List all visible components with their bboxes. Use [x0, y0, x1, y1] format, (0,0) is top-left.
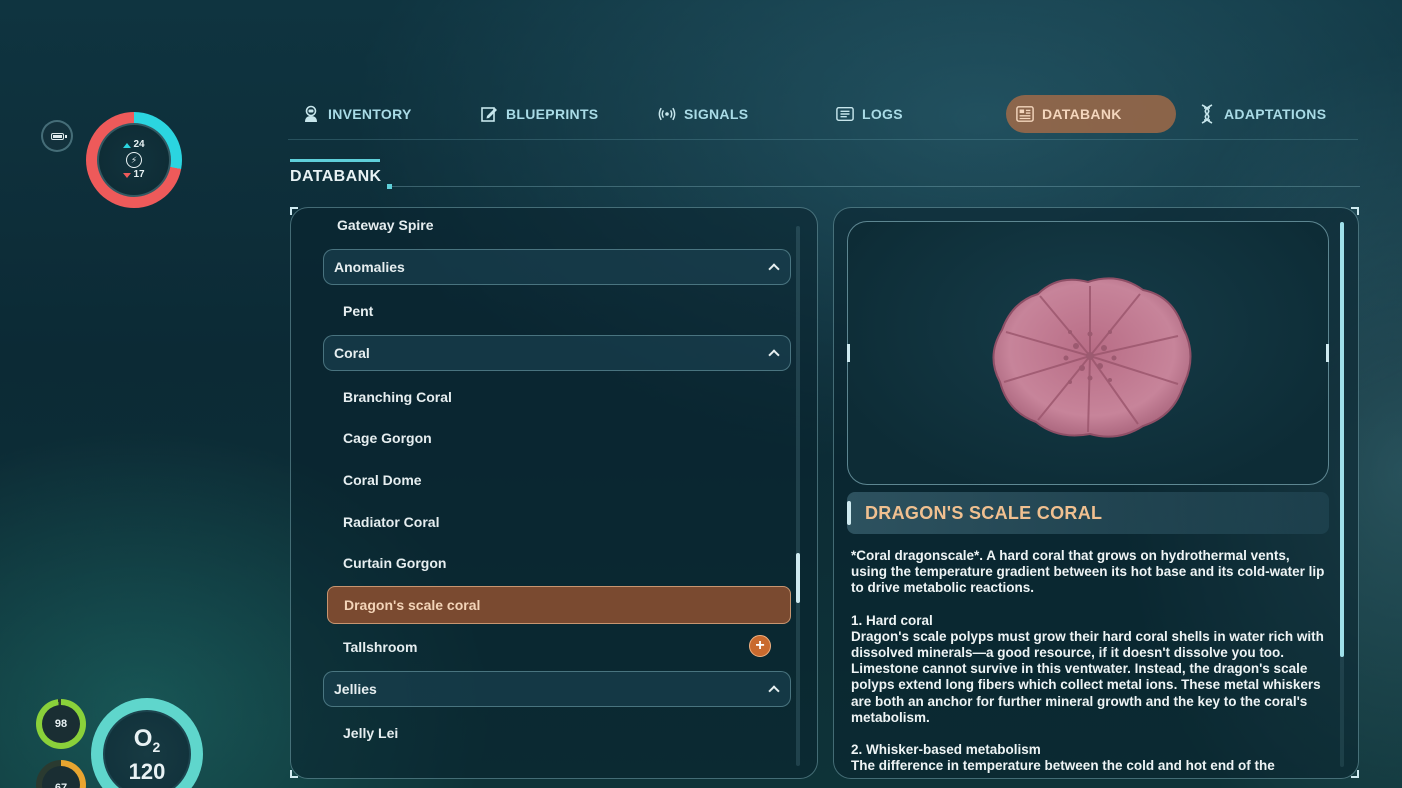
category-coral[interactable]: Coral [323, 335, 791, 371]
blueprint-icon [480, 105, 498, 123]
tab-signals[interactable]: SIGNALS [648, 95, 758, 133]
battery-icon [50, 132, 67, 140]
new-entry-plus-icon: + [749, 635, 771, 657]
tab-blueprints[interactable]: BLUEPRINTS [470, 95, 608, 133]
oxygen-value: 120 [128, 758, 166, 784]
description-paragraph: 1. Hard coral Dragon's scale polyps must… [851, 612, 1324, 725]
power-up-value: 24 [133, 139, 145, 150]
dragons-scale-coral-image [992, 277, 1192, 438]
arrow-down-icon [123, 172, 132, 178]
description-paragraph: *Coral dragonscale*. A hard coral that g… [851, 548, 1325, 596]
power-down-value: 17 [133, 169, 145, 180]
list-scrollbar-thumb[interactable] [796, 553, 800, 603]
oxygen-label: O2 [133, 725, 161, 755]
chevron-up-icon [768, 685, 780, 697]
databank-list[interactable]: Gateway Spire Anomalies Pent Coral Branc… [290, 207, 818, 779]
section-title: DATABANK [290, 168, 382, 185]
tab-logs[interactable]: LOGS [826, 95, 913, 133]
list-item-gateway-spire[interactable]: Gateway Spire [321, 208, 785, 244]
dna-icon [1198, 104, 1216, 124]
food-gauge: 67 [36, 760, 86, 788]
entry-detail: DRAGON'S SCALE CORAL *Coral dragonscale*… [833, 207, 1359, 779]
chevron-up-icon [768, 349, 780, 361]
health-value: 98 [42, 705, 80, 743]
main-tabs: INVENTORY BLUEPRINTS SIGNALS LOGS DATABA… [288, 88, 1358, 140]
list-scrollbar[interactable] [796, 226, 800, 766]
food-value: 67 [42, 766, 80, 788]
logs-icon [836, 105, 854, 123]
battery-indicator [41, 120, 73, 152]
section-heading-accent [290, 159, 380, 162]
list-item-dragons-scale-coral[interactable]: Dragon's scale coral [327, 586, 791, 624]
chevron-up-icon [768, 263, 780, 275]
list-item-radiator-coral[interactable]: Radiator Coral [327, 503, 791, 541]
tab-databank[interactable]: DATABANK [1006, 95, 1176, 133]
detail-scrollbar-thumb[interactable] [1340, 222, 1344, 657]
viewer-handle-left [847, 344, 850, 362]
list-item-pent[interactable]: Pent [327, 292, 791, 330]
arrow-up-icon [123, 142, 132, 148]
oxygen-gauge: O2 120 [91, 698, 203, 788]
power-gauge: 24 ⚡ 17 [86, 112, 182, 208]
category-anomalies[interactable]: Anomalies [323, 249, 791, 285]
list-item-coral-dome[interactable]: Coral Dome [327, 461, 791, 499]
list-item-jelly-lei[interactable]: Jelly Lei [327, 714, 791, 752]
tab-inventory[interactable]: INVENTORY [292, 95, 422, 133]
entry-image-viewer[interactable] [847, 221, 1329, 485]
entry-title: DRAGON'S SCALE CORAL [865, 502, 1103, 523]
list-item-cage-gorgon[interactable]: Cage Gorgon [327, 419, 791, 457]
description-paragraph: 2. Whisker-based metabolism The differen… [851, 742, 1275, 774]
diver-icon [302, 105, 320, 123]
entry-title-bar: DRAGON'S SCALE CORAL [847, 492, 1329, 534]
list-item-curtain-gorgon[interactable]: Curtain Gorgon [327, 544, 791, 582]
list-item-tallshroom[interactable]: Tallshroom + [327, 628, 791, 666]
databank-icon [1016, 105, 1034, 123]
health-gauge: 98 [36, 699, 86, 749]
list-item-branching-coral[interactable]: Branching Coral [327, 378, 791, 416]
entry-description: *Coral dragonscale*. A hard coral that g… [851, 548, 1329, 774]
signal-icon [658, 105, 676, 123]
lightning-bolt-icon: ⚡ [126, 152, 142, 168]
tab-adaptations[interactable]: ADAPTATIONS [1188, 95, 1336, 133]
heading-divider [392, 186, 1360, 187]
viewer-handle-right [1326, 344, 1329, 362]
category-jellies[interactable]: Jellies [323, 671, 791, 707]
